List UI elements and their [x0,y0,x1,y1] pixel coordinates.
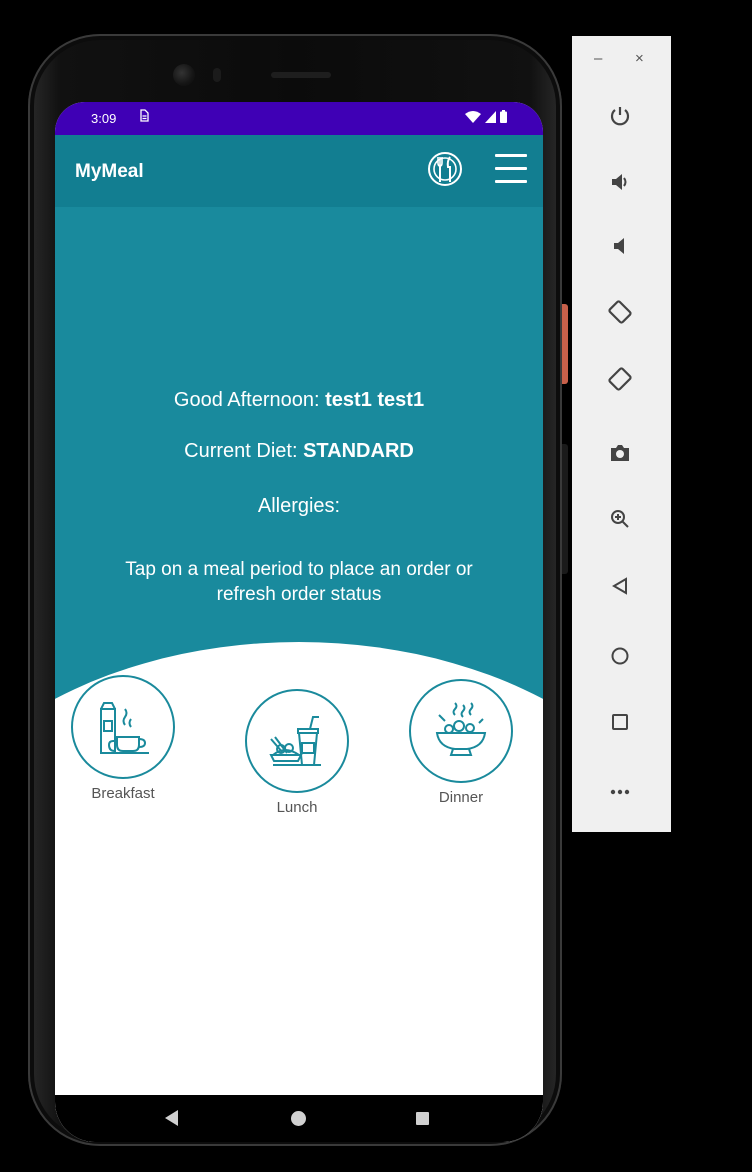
emulator-toolbar: – × [572,36,671,832]
volume-up-icon[interactable] [602,164,638,200]
status-time: 3:09 [91,111,117,126]
diet-value: STANDARD [303,440,414,462]
diet-label: Current Diet: [184,440,304,462]
system-nav-bar [55,1095,543,1142]
minimize-button[interactable]: – [594,50,602,67]
hero-panel: Good Afternoon: test1 test1 Current Diet… [55,207,543,702]
lunch-icon[interactable] [245,689,349,793]
back-icon[interactable] [602,568,638,604]
overview-icon[interactable] [602,704,638,740]
greeting-text: Good Afternoon: test1 test1 [55,389,543,412]
sim-card-icon [139,109,149,125]
greeting-label: Good Afternoon: [173,389,326,411]
dinner-icon[interactable] [409,679,513,783]
signal-icon [485,110,496,123]
back-icon[interactable] [165,1110,178,1126]
emulator-stage: 3:09 MyMeal Good Afternoon: test1 test1 … [0,0,752,1172]
power-side-button [562,304,568,384]
phone-screen: 3:09 MyMeal Good Afternoon: test1 test1 … [55,102,543,1142]
allergies-label: Allergies: [257,495,341,517]
battery-icon [500,110,507,123]
instruction-text: Tap on a meal period to place an order o… [125,559,473,605]
breakfast-label: Breakfast [91,785,155,802]
lunch-label: Lunch [276,799,318,816]
zoom-icon[interactable] [602,501,638,537]
volume-down-icon[interactable] [602,228,638,264]
hamburger-menu-icon[interactable] [495,154,527,184]
front-camera-icon [173,64,195,86]
user-name: test1 test1 [325,389,425,411]
rotate-right-icon[interactable] [602,361,638,397]
earpiece-speaker [271,72,331,78]
phone-frame: 3:09 MyMeal Good Afternoon: test1 test1 … [28,34,568,1146]
rotate-left-icon[interactable] [602,294,638,330]
home-icon[interactable] [291,1111,306,1126]
more-icon[interactable] [602,774,638,810]
meal-breakfast[interactable]: Breakfast [63,675,183,802]
diet-text: Current Diet: STANDARD [55,440,543,463]
power-icon[interactable] [602,98,638,134]
camera-icon[interactable] [602,435,638,471]
meal-dinner[interactable]: Dinner [401,679,521,806]
plate-cutlery-icon[interactable] [427,151,463,187]
status-icons [465,110,507,123]
dinner-label: Dinner [438,789,484,806]
recent-apps-icon[interactable] [416,1112,429,1125]
sensor [213,68,221,82]
breakfast-icon[interactable] [71,675,175,779]
close-button[interactable]: × [635,50,644,67]
volume-side-button [562,444,568,574]
meal-lunch[interactable]: Lunch [237,689,357,816]
app-bar: MyMeal [55,135,543,207]
app-title: MyMeal [75,161,144,182]
home-icon[interactable] [602,638,638,674]
wifi-icon [465,110,481,123]
status-bar: 3:09 [55,102,543,135]
